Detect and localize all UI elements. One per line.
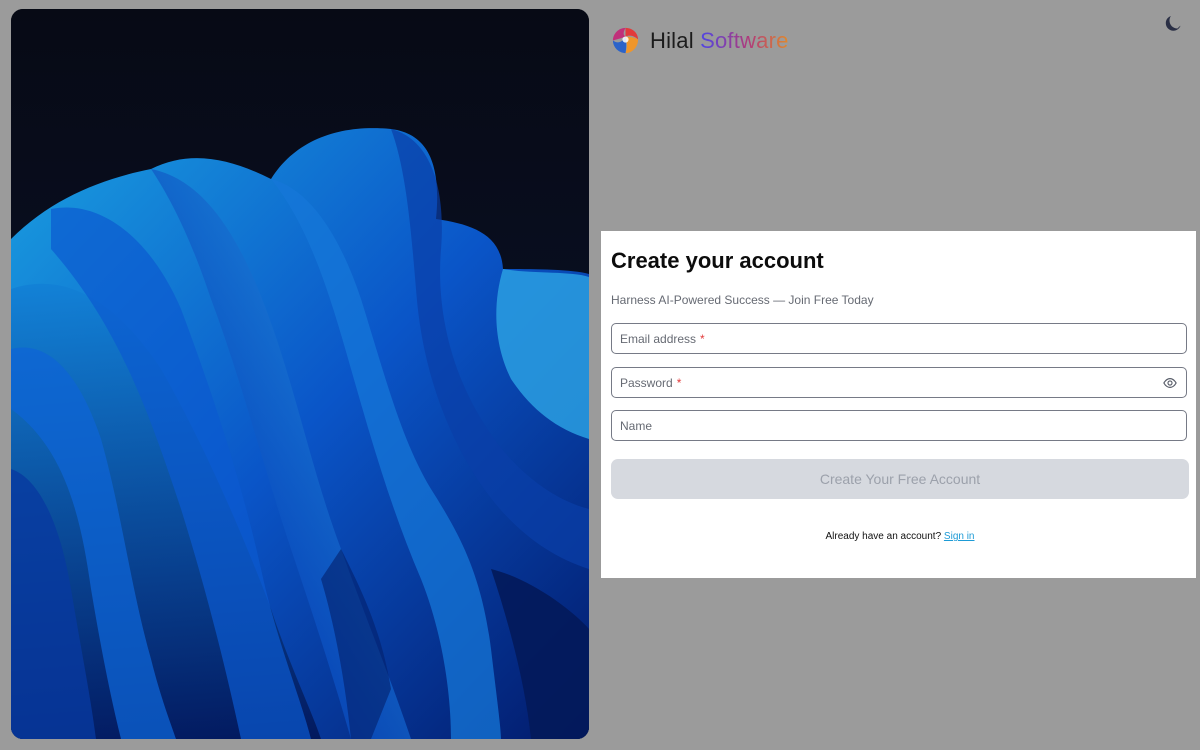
email-label: Email address [620,331,697,346]
signin-prompt-text: Already have an account? [825,531,942,542]
brand-name: Hilal Software [650,28,789,54]
moon-icon[interactable] [1164,13,1184,33]
password-field[interactable]: Password * [611,367,1187,398]
required-mark: * [676,375,682,390]
hero-artwork [11,9,589,739]
signin-prompt: Already have an account? Sign in [601,531,1199,542]
form-title: Create your account [611,248,824,273]
brand[interactable]: Hilal Software [611,26,789,55]
signup-card: Create your account Harness AI-Powered S… [601,231,1196,578]
eye-icon[interactable] [1163,376,1177,390]
name-field[interactable]: Name [611,410,1187,441]
required-mark: * [700,331,705,346]
brand-name-second: Software [700,27,789,53]
create-account-button[interactable]: Create Your Free Account [611,459,1189,499]
signup-page: Hilal Software Create your account Harne… [0,0,1200,750]
hilal-logo-icon [612,27,639,54]
password-label: Password [620,375,673,390]
name-label: Name [620,418,653,433]
email-field[interactable]: Email address * [611,323,1187,354]
wave-art-image [11,9,589,739]
form-subtitle: Harness AI-Powered Success — Join Free T… [611,293,874,307]
signin-link[interactable]: Sign in [944,531,975,542]
brand-name-first: Hilal [650,27,694,53]
